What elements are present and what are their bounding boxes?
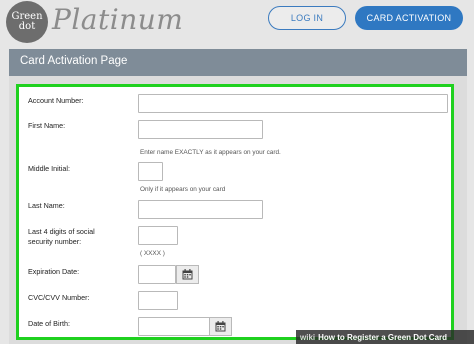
first-name-input[interactable] xyxy=(138,120,263,139)
date-of-birth-label: Date of Birth: xyxy=(28,319,70,328)
ssn-label-line1: Last 4 digits of social xyxy=(28,227,95,236)
watermark-text: How to Register a Green Dot Card xyxy=(318,332,448,342)
wikihow-watermark: wiki How to Register a Green Dot Card xyxy=(296,330,474,344)
logo-line2: dot xyxy=(18,21,36,32)
panel-header: Card Activation Page xyxy=(9,49,467,76)
watermark-prefix: wiki xyxy=(300,332,316,342)
last-name-label: Last Name: xyxy=(28,201,65,210)
last-name-input[interactable] xyxy=(138,200,263,219)
green-dot-logo[interactable]: Green dot xyxy=(6,1,48,43)
activation-form: Account Number: First Name: Enter name E… xyxy=(16,84,454,340)
calendar-icon xyxy=(215,321,226,332)
date-of-birth-input[interactable] xyxy=(138,317,210,336)
middle-initial-input[interactable] xyxy=(138,162,163,181)
first-name-hint: Enter name EXACTLY as it appears on your… xyxy=(140,149,281,156)
expiration-date-label: Expiration Date: xyxy=(28,267,80,276)
ssn-label: Last 4 digits of social security number: xyxy=(28,227,95,247)
ssn-label-line2: security number: xyxy=(28,237,82,246)
expiration-date-input[interactable] xyxy=(138,265,176,284)
middle-initial-label: Middle Initial: xyxy=(28,164,70,173)
site-header: Green dot Platinum LOG IN CARD ACTIVATIO… xyxy=(0,0,474,44)
ssn-last4-input[interactable] xyxy=(138,226,178,245)
cvc-label: CVC/CVV Number: xyxy=(28,293,90,302)
account-number-label: Account Number: xyxy=(28,96,84,105)
account-number-input[interactable] xyxy=(138,94,448,113)
cvc-input[interactable] xyxy=(138,291,178,310)
card-activation-button[interactable]: CARD ACTIVATION xyxy=(355,6,463,30)
login-button[interactable]: LOG IN xyxy=(268,6,346,30)
platinum-logo-text: Platinum xyxy=(52,3,184,36)
page-title: Card Activation Page xyxy=(20,55,128,67)
calendar-icon xyxy=(182,269,193,280)
expiration-date-picker[interactable] xyxy=(176,265,199,284)
ssn-hint: ( XXXX ) xyxy=(140,250,165,257)
middle-initial-hint: Only if it appears on your card xyxy=(140,186,226,193)
first-name-label: First Name: xyxy=(28,121,66,130)
date-of-birth-picker[interactable] xyxy=(209,317,232,336)
